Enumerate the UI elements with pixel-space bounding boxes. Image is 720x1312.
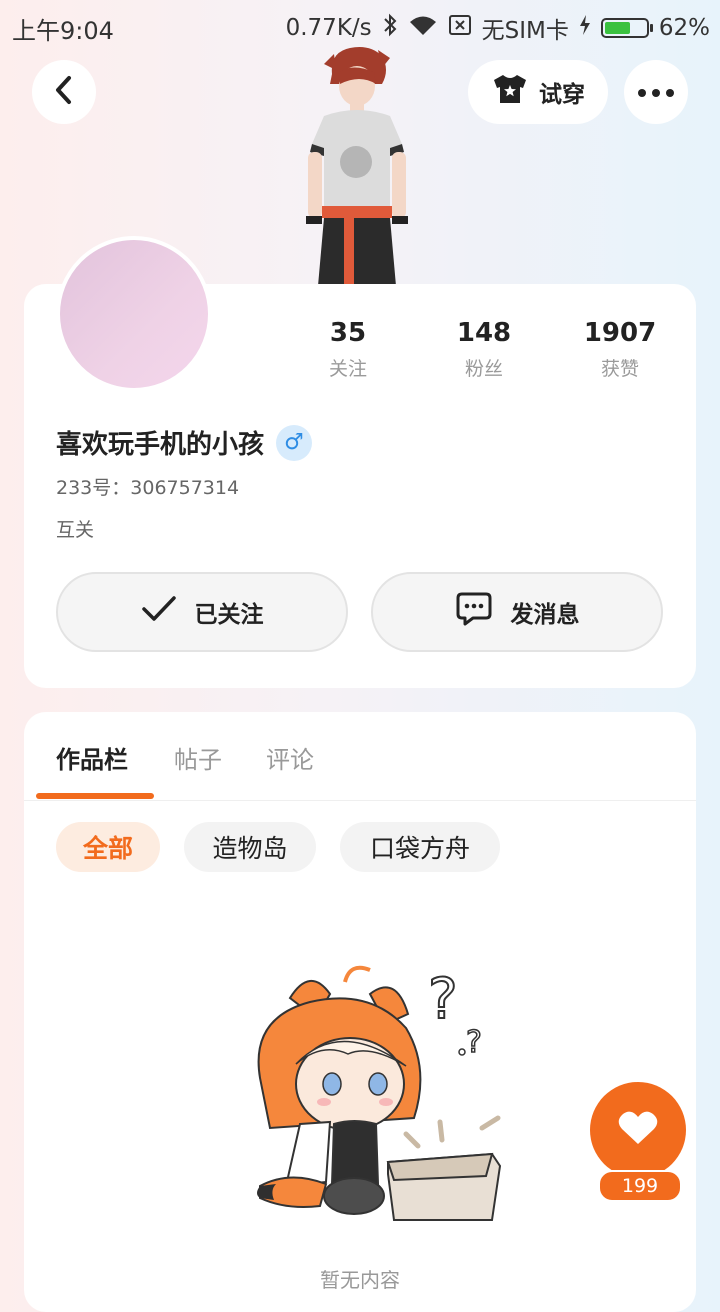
- user-id: 233号：306757314: [56, 477, 240, 499]
- stat-likes-value: 1907: [583, 318, 657, 348]
- check-icon: [141, 595, 177, 629]
- stat-fans-label: 粉丝: [464, 358, 503, 380]
- stat-following[interactable]: 35 关注: [278, 318, 418, 381]
- relation-badge: 互关: [56, 519, 95, 541]
- status-right: 0.77K/s 无SIM卡 62%: [286, 11, 710, 45]
- net-speed: 0.77K/s: [285, 15, 372, 41]
- like-button[interactable]: [590, 1082, 686, 1178]
- carrier: 无SIM卡: [481, 18, 569, 44]
- sim-icon: [448, 13, 472, 43]
- username-row: 喜欢玩手机的小孩 ♂: [56, 424, 313, 461]
- tab-posts[interactable]: 帖子: [174, 740, 222, 775]
- stat-likes-label: 获赞: [600, 358, 639, 380]
- filter-koudaifangzhou[interactable]: 口袋方舟: [340, 822, 500, 872]
- message-button[interactable]: 发消息: [371, 572, 663, 652]
- wifi-icon: [408, 14, 438, 42]
- stat-fans[interactable]: 148 粉丝: [414, 318, 554, 381]
- filter-all[interactable]: 全部: [56, 822, 160, 872]
- tab-indicator: [36, 793, 154, 799]
- chat-icon: [455, 591, 493, 633]
- filter-zaowudao[interactable]: 造物岛: [184, 822, 316, 872]
- svg-text:?: ?: [428, 967, 458, 1032]
- back-icon: [52, 75, 76, 109]
- empty-state-text: 暂无内容: [320, 1268, 400, 1292]
- tab-works[interactable]: 作品栏: [56, 740, 128, 775]
- shirt-icon: [491, 73, 529, 111]
- back-button[interactable]: [32, 60, 96, 124]
- stat-likes[interactable]: 1907 获赞: [550, 318, 690, 381]
- tab-comments[interactable]: 评论: [266, 740, 314, 775]
- status-bar: 上午9:04 0.77K/s 无SIM卡 62%: [0, 0, 720, 50]
- status-time: 上午9:04: [12, 17, 114, 45]
- battery-percent: 62%: [658, 15, 710, 41]
- tab-divider: [24, 800, 696, 801]
- tryon-button[interactable]: 试穿: [468, 60, 608, 124]
- more-button[interactable]: [624, 60, 688, 124]
- svg-text:?: ?: [466, 1025, 482, 1060]
- charging-icon: [579, 14, 591, 42]
- battery-icon: [600, 18, 653, 38]
- empty-state-illustration: ? ?: [257, 965, 502, 1221]
- more-icon: [637, 83, 675, 102]
- heart-icon: [617, 1109, 659, 1151]
- stat-following-label: 关注: [328, 358, 367, 380]
- stat-following-value: 35: [329, 318, 367, 348]
- male-icon: ♂: [276, 424, 313, 461]
- stat-fans-value: 148: [456, 318, 512, 348]
- follow-label: 已关注: [194, 602, 264, 628]
- follow-button[interactable]: 已关注: [56, 572, 348, 652]
- like-count: 199: [598, 1170, 682, 1202]
- message-label: 发消息: [510, 602, 580, 628]
- tryon-label: 试穿: [539, 82, 585, 108]
- avatar-character-image: [306, 47, 408, 286]
- username: 喜欢玩手机的小孩: [56, 430, 265, 460]
- avatar[interactable]: [56, 236, 212, 392]
- bluetooth-icon: [382, 13, 398, 43]
- battery-fill: [604, 22, 630, 34]
